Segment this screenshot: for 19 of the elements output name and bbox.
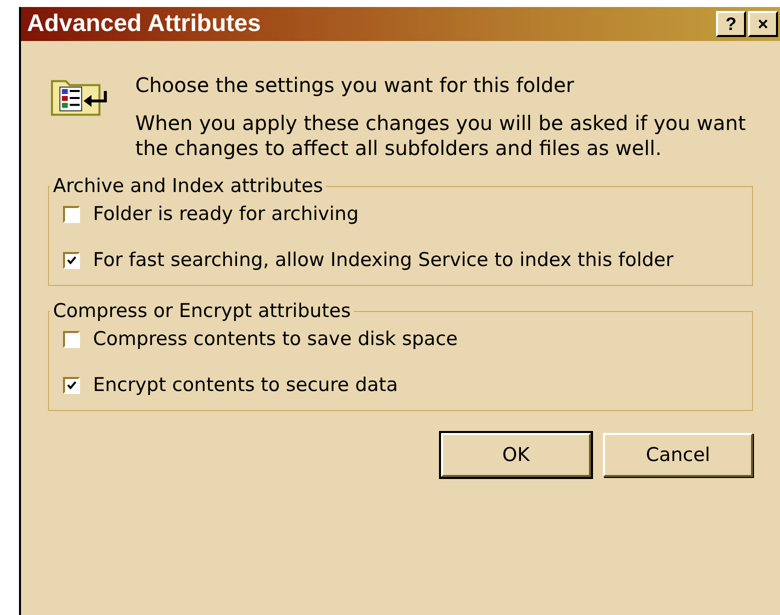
checkbox[interactable] <box>63 330 80 348</box>
window-title: Advanced Attributes <box>27 10 261 38</box>
ok-button[interactable]: OK <box>441 433 591 477</box>
group-title: Compress or Encrypt attributes <box>52 300 352 322</box>
intro-note: When you apply these changes you will be asked if you want the changes to affect all subfolders and files as well. <box>135 111 747 161</box>
intro-heading: Choose the settings you want for this folder <box>135 73 576 98</box>
checkbox-label: Encrypt contents to secure data <box>93 374 398 396</box>
checkbox-label: Compress contents to save disk space <box>93 328 458 350</box>
cancel-button[interactable]: Cancel <box>603 433 753 477</box>
check-icon <box>67 380 76 390</box>
checkbox-label: For fast searching, allow Indexing Service to index this folder <box>93 249 674 271</box>
checkbox[interactable] <box>63 206 80 222</box>
group-title: Archive and Index attributes <box>52 175 324 197</box>
check-icon <box>67 256 76 264</box>
close-button[interactable]: × <box>748 11 778 37</box>
checkbox[interactable] <box>63 376 80 394</box>
checkbox-label: Folder is ready for archiving <box>93 203 359 225</box>
checkbox[interactable] <box>63 252 80 268</box>
help-button[interactable]: ? <box>716 11 746 37</box>
